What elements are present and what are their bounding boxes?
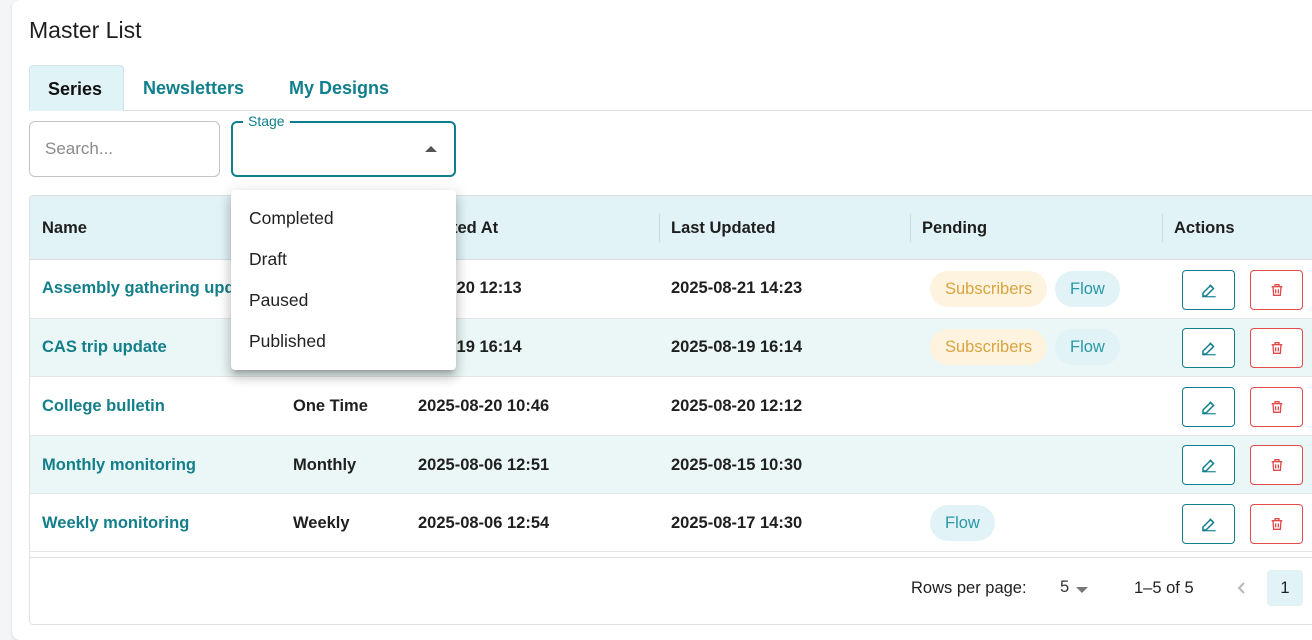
table-row: Weekly monitoring Weekly 2025-08-06 12:5… [30, 494, 1312, 552]
delete-button[interactable] [1250, 504, 1303, 544]
delete-button[interactable] [1250, 270, 1303, 310]
last-updated-cell: 2025-08-20 12:12 [671, 397, 803, 415]
series-table: Name ted At Last Updated Pending Actions… [29, 195, 1312, 625]
last-updated-cell: 2025-08-21 14:23 [671, 279, 803, 297]
stage-option-completed[interactable]: Completed [231, 198, 456, 239]
pending-flow-chip: Flow [1055, 329, 1120, 365]
stage-option-published[interactable]: Published [231, 321, 456, 362]
chevron-left-icon [1237, 582, 1245, 594]
created-at-cell: 2025-08-06 12:54 [418, 514, 550, 532]
tab-my-designs[interactable]: My Designs [271, 65, 407, 111]
series-name-link[interactable]: Assembly gathering upd [42, 279, 237, 298]
trash-icon [1271, 342, 1282, 354]
pagination-range: 1–5 of 5 [1134, 579, 1194, 597]
edit-button[interactable] [1182, 445, 1235, 485]
edit-icon [1201, 459, 1216, 473]
column-separator [1162, 214, 1163, 242]
caret-up-icon [425, 146, 437, 152]
table-row: Assembly gathering upd 5-08-20 12:13 202… [30, 260, 1312, 319]
column-header-name[interactable]: Name [42, 196, 87, 260]
pending-subscribers-chip: Subscribers [930, 271, 1048, 307]
trash-icon [1271, 459, 1282, 471]
table-row: CAS trip update 5-08-19 16:14 2025-08-19… [30, 319, 1312, 377]
caret-down-icon [1076, 587, 1088, 593]
delete-button[interactable] [1250, 387, 1303, 427]
edit-button[interactable] [1182, 504, 1235, 544]
tab-bar: Series Newsletters My Designs [29, 65, 1312, 111]
previous-page-button[interactable] [1230, 576, 1254, 600]
column-separator [910, 214, 911, 242]
stage-label: Stage [243, 113, 290, 129]
table-row: Monthly monitoring Monthly 2025-08-06 12… [30, 436, 1312, 494]
series-name-link[interactable]: College bulletin [42, 397, 165, 416]
table-row: College bulletin One Time 2025-08-20 10:… [30, 377, 1312, 436]
delete-button[interactable] [1250, 328, 1303, 368]
stage-option-draft[interactable]: Draft [231, 239, 456, 280]
trash-icon [1271, 401, 1282, 413]
column-header-last-updated[interactable]: Last Updated [671, 196, 776, 260]
page-title: Master List [29, 17, 142, 43]
edit-icon [1201, 284, 1216, 298]
tab-newsletters[interactable]: Newsletters [125, 65, 262, 111]
stage-dropdown-menu: Completed Draft Paused Published [231, 190, 456, 370]
column-header-actions: Actions [1174, 219, 1235, 237]
column-header-pending[interactable]: Pending [922, 196, 987, 260]
last-updated-cell: 2025-08-15 10:30 [671, 456, 803, 474]
edit-button[interactable] [1182, 270, 1235, 310]
stage-select[interactable]: Stage [231, 113, 456, 177]
type-cell: Weekly [293, 514, 350, 532]
column-header-created-at[interactable]: ted At [452, 196, 498, 260]
search-input[interactable] [29, 121, 220, 177]
table-header: Name ted At Last Updated Pending Actions [30, 196, 1312, 260]
last-updated-cell: 2025-08-17 14:30 [671, 514, 803, 532]
type-cell: One Time [293, 397, 368, 415]
series-name-link[interactable]: Weekly monitoring [42, 514, 189, 533]
tab-series[interactable]: Series [29, 65, 124, 111]
table-pagination: Rows per page: 5 1–5 of 5 1 [30, 557, 1312, 624]
pending-flow-chip: Flow [930, 505, 995, 541]
series-name-link[interactable]: CAS trip update [42, 338, 237, 357]
trash-icon [1271, 284, 1282, 296]
edit-icon [1201, 518, 1216, 532]
stage-option-paused[interactable]: Paused [231, 280, 456, 321]
page-button[interactable]: 1 [1267, 570, 1303, 606]
delete-button[interactable] [1250, 445, 1303, 485]
edit-icon [1201, 342, 1216, 356]
pending-subscribers-chip: Subscribers [930, 329, 1048, 365]
rows-per-page-label: Rows per page: [911, 579, 1027, 597]
rows-per-page-select[interactable]: 5 [1060, 578, 1069, 597]
type-cell: Monthly [293, 456, 357, 474]
column-separator [659, 214, 660, 242]
created-at-cell: 2025-08-06 12:51 [418, 456, 550, 474]
last-updated-cell: 2025-08-19 16:14 [671, 338, 803, 356]
trash-icon [1271, 518, 1282, 530]
edit-button[interactable] [1182, 387, 1235, 427]
created-at-cell: 2025-08-20 10:46 [418, 397, 550, 415]
edit-icon [1201, 401, 1216, 415]
edit-button[interactable] [1182, 328, 1235, 368]
pending-flow-chip: Flow [1055, 271, 1120, 307]
series-name-link[interactable]: Monthly monitoring [42, 456, 196, 475]
